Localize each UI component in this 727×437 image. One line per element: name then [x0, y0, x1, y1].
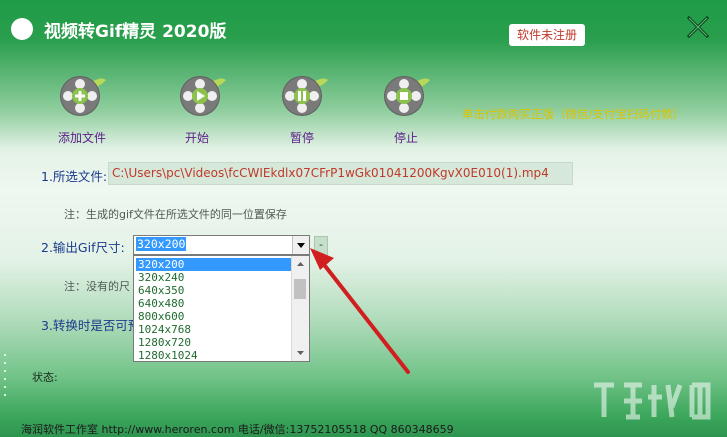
size-option[interactable]: 1280x720 [136, 336, 291, 349]
register-button[interactable]: 软件未注册 [509, 24, 585, 46]
app-logo-icon [11, 18, 33, 40]
size-option[interactable]: 1024x768 [136, 323, 291, 336]
stop-button[interactable] [380, 70, 436, 120]
size-option[interactable]: 320x240 [136, 271, 291, 284]
size-option[interactable]: 800x600 [136, 310, 291, 323]
app-window: 视频转Gif精灵 2020版 软件未注册 添加文件 开始 暂停 停止 单击付款购… [0, 0, 727, 437]
size-label: 2.输出Gif尺寸: [41, 240, 125, 255]
file-note: 注：生成的gif文件在所选文件的同一位置保存 [64, 208, 287, 221]
pause-button[interactable] [278, 70, 334, 120]
size-option[interactable]: 640x480 [136, 297, 291, 310]
add-file-label[interactable]: 添加文件 [42, 129, 122, 146]
status-label: 状态: [32, 371, 58, 384]
purchase-link[interactable]: 单击付款购买正版（微信/支付宝扫码付款） [462, 106, 684, 122]
resize-grip-icon [3, 352, 9, 402]
close-icon[interactable] [686, 15, 710, 39]
annotation-arrow-icon [300, 240, 430, 380]
start-label[interactable]: 开始 [157, 129, 237, 146]
size-option[interactable]: 640x350 [136, 284, 291, 297]
start-button[interactable] [176, 70, 232, 120]
file-label: 1.所选文件: [41, 169, 108, 184]
size-note: 注：没有的尺 [64, 280, 130, 293]
watermark-logo-icon [588, 377, 720, 427]
pause-label[interactable]: 暂停 [262, 129, 342, 146]
size-option[interactable]: 320x200 [136, 258, 291, 271]
size-option[interactable]: 1280x1024 [136, 349, 291, 361]
size-select[interactable]: 320x200 [133, 235, 310, 255]
footer-contact: 海润软件工作室 http://www.heroren.com 电话/微信:137… [21, 423, 454, 436]
file-path-field[interactable]: C:\Users\pc\Videos\fcCWIEkdlx07CFrP1wGk0… [108, 162, 573, 185]
size-dropdown-list[interactable]: 320x200 320x240 640x350 640x480 800x600 … [133, 255, 310, 362]
stop-label[interactable]: 停止 [366, 129, 446, 146]
convert-label: 3.转换时是否可预 [41, 318, 141, 333]
size-select-value: 320x200 [136, 237, 187, 251]
add-file-button[interactable] [56, 70, 112, 120]
window-title: 视频转Gif精灵 2020版 [44, 22, 227, 42]
